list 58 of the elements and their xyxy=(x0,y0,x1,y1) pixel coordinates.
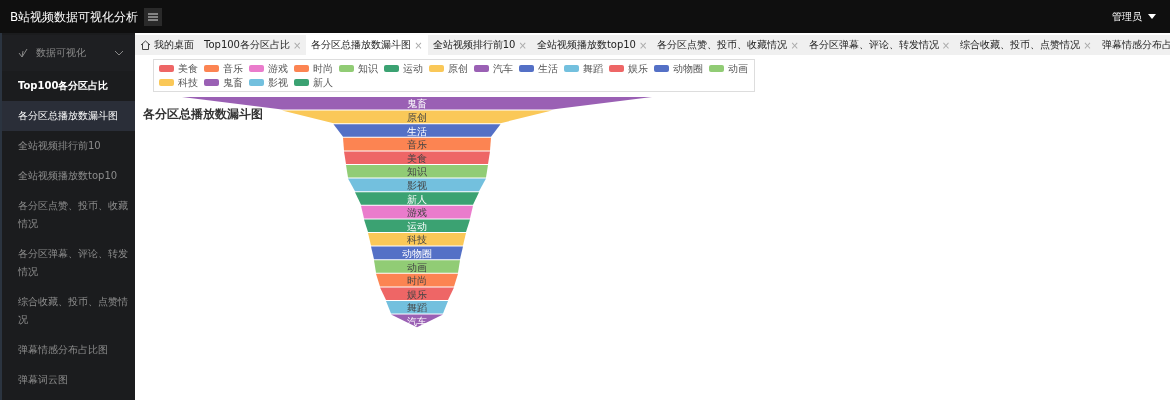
funnel-segment: 舞蹈 xyxy=(386,301,448,314)
tab[interactable]: 全站视频排行前10 × xyxy=(427,35,532,55)
sidebar-item[interactable]: 综合收藏、投币、点赞情况 xyxy=(2,287,135,335)
legend-item[interactable]: 新人 xyxy=(294,76,333,89)
funnel-segment: 新人 xyxy=(355,192,479,205)
check-icon xyxy=(18,48,28,58)
tab[interactable]: 综合收藏、投币、点赞情况 × xyxy=(955,35,1097,55)
funnel-segment: 动物圈 xyxy=(371,246,463,260)
funnel-segment: 知识 xyxy=(346,165,488,178)
tab[interactable]: 各分区点赞、投币、收藏情况 × xyxy=(652,35,804,55)
legend-item[interactable]: 生活 xyxy=(519,62,558,75)
sidebar-item[interactable]: 弹幕情感分布占比图 xyxy=(2,335,135,365)
legend-item[interactable]: 游戏 xyxy=(249,62,288,75)
legend-item[interactable]: 时尚 xyxy=(294,62,333,75)
funnel-segment: 生活 xyxy=(333,124,501,137)
sidebar-group[interactable]: 数据可视化 xyxy=(2,35,135,71)
funnel-segment: 游戏 xyxy=(361,205,473,219)
funnel-segment: 科技 xyxy=(368,233,466,246)
sidebar-item[interactable]: 全站视频播放数top10 xyxy=(2,161,135,191)
tab[interactable]: 弹幕情感分布占 xyxy=(1096,35,1170,55)
legend-item[interactable]: 美食 xyxy=(159,62,198,75)
legend-item[interactable]: 科技 xyxy=(159,76,198,89)
legend-item[interactable]: 动物圈 xyxy=(654,62,703,75)
funnel-segment: 时尚 xyxy=(376,273,458,287)
sidebar-item[interactable]: Top100各分区占比 xyxy=(2,71,135,101)
legend-item[interactable]: 娱乐 xyxy=(609,62,648,75)
funnel-segment: 美食 xyxy=(344,151,490,164)
sidebar-item[interactable]: 各分区总播放数漏斗图 xyxy=(2,101,135,131)
legend-item[interactable]: 原创 xyxy=(429,62,468,75)
home-icon xyxy=(140,40,151,50)
tab[interactable]: 各分区弹幕、评论、转发情况 × xyxy=(803,35,956,55)
legend-item[interactable]: 音乐 xyxy=(204,62,243,75)
legend-item[interactable]: 鬼畜 xyxy=(204,76,243,89)
legend-item[interactable]: 汽车 xyxy=(474,62,513,75)
legend-item[interactable]: 影视 xyxy=(249,76,288,89)
funnel-segment: 娱乐 xyxy=(380,287,454,300)
tab[interactable]: Top100各分区占比 × xyxy=(199,35,307,55)
tab[interactable]: 各分区总播放数漏斗图 × xyxy=(306,35,428,55)
sidebar-item[interactable]: 各分区弹幕、评论、转发情况 xyxy=(2,239,135,287)
legend-item[interactable]: 运动 xyxy=(384,62,423,75)
funnel-segment: 影视 xyxy=(348,178,486,192)
funnel-segment: 运动 xyxy=(364,219,470,232)
funnel-segment: 动画 xyxy=(374,260,460,273)
sidebar-item[interactable]: 弹幕词云图 xyxy=(2,365,135,395)
chevron-icon xyxy=(115,50,123,56)
app-title: B站视频数据可视化分析 xyxy=(10,8,139,25)
legend-item[interactable]: 舞蹈 xyxy=(564,62,603,75)
menu-icon xyxy=(148,12,159,21)
legend-item[interactable]: 动画 xyxy=(709,62,748,75)
sidebar-item[interactable]: 全站视频排行前10 xyxy=(2,131,135,161)
funnel-segment: 音乐 xyxy=(343,137,491,151)
legend-item[interactable]: 知识 xyxy=(339,62,378,75)
menu-button[interactable] xyxy=(144,7,163,26)
user-menu[interactable]: 管理员 xyxy=(1108,9,1160,24)
tab[interactable]: 我的桌面 xyxy=(135,35,199,55)
tab[interactable]: 全站视频播放数top10 × xyxy=(531,35,653,55)
sidebar-item[interactable]: 各分区点赞、投币、收藏情况 xyxy=(2,191,135,239)
caret-icon xyxy=(1148,14,1156,19)
